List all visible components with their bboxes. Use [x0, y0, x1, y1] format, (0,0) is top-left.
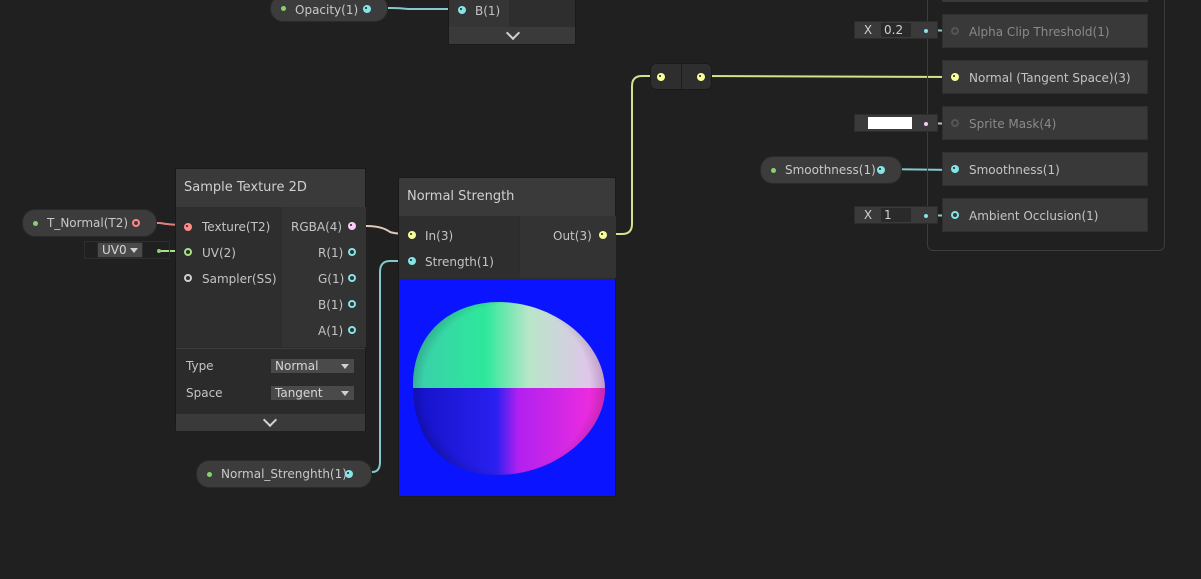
uv-channel-dropdown[interactable]: UV0 — [97, 242, 143, 258]
collapse-footer[interactable] — [176, 412, 365, 431]
normal-map-preview — [399, 280, 615, 496]
alpha-clip-port[interactable] — [951, 27, 959, 35]
normal-strength-node[interactable]: Normal Strength In(3) Strength(1) Out(3) — [398, 177, 616, 497]
reroute-input-port[interactable] — [657, 73, 665, 81]
a-output-port[interactable] — [348, 326, 356, 334]
b-input-port[interactable] — [458, 6, 466, 14]
type-value: Normal — [275, 359, 319, 373]
rgba-output-port[interactable] — [348, 222, 356, 230]
alpha-clip-field-dot-icon — [924, 29, 928, 33]
normal-input-port[interactable] — [951, 73, 959, 81]
color-swatch[interactable] — [868, 117, 912, 129]
alpha-clip-threshold-slot[interactable]: Alpha Clip Threshold(1) — [942, 14, 1148, 48]
b-output-port[interactable] — [348, 300, 356, 308]
master-top-slot — [942, 0, 1148, 2]
t-normal-property-node[interactable]: T_Normal(T2) — [22, 209, 157, 237]
reroute-node[interactable] — [650, 63, 712, 90]
axis-label: X — [863, 208, 873, 222]
chevron-down-icon — [505, 25, 521, 41]
uv-input-port[interactable] — [184, 248, 192, 256]
strength-input-port[interactable] — [408, 257, 416, 265]
smoothness-slot-label: Smoothness(1) — [969, 163, 1060, 177]
partial-combine-node[interactable]: B(1) — [448, 0, 576, 45]
normal-strength-property-node[interactable]: Normal_Strenghth(1) — [196, 460, 372, 488]
sampler-input-port[interactable] — [184, 274, 192, 282]
b-output-label: B(1) — [318, 298, 344, 312]
reroute-output-port[interactable] — [697, 73, 705, 81]
reroute-divider — [681, 64, 682, 89]
opacity-property-node[interactable]: Opacity(1) — [270, 0, 388, 22]
node-title: Normal Strength — [399, 178, 615, 216]
opacity-output-port[interactable] — [363, 5, 371, 13]
dropdown-arrow-icon — [130, 248, 138, 253]
b-input-label: B(1) — [475, 4, 501, 18]
type-dropdown[interactable]: Normal — [270, 358, 355, 374]
space-dropdown[interactable]: Tangent — [270, 385, 355, 401]
strength-input-label: Strength(1) — [425, 255, 494, 269]
in-input-label: In(3) — [425, 229, 454, 243]
property-dot-icon — [281, 6, 286, 11]
g-output-label: G(1) — [318, 272, 345, 286]
ambient-occlusion-label: Ambient Occlusion(1) — [969, 209, 1099, 223]
r-output-port[interactable] — [348, 248, 356, 256]
property-dot-icon — [771, 167, 776, 173]
out-output-label: Out(3) — [553, 229, 592, 243]
space-value: Tangent — [275, 386, 323, 400]
alpha-clip-label: Alpha Clip Threshold(1) — [969, 25, 1110, 39]
texture-input-label: Texture(T2) — [202, 220, 271, 234]
output-section — [520, 216, 616, 278]
sprite-mask-label: Sprite Mask(4) — [969, 117, 1057, 131]
r-output-label: R(1) — [318, 246, 344, 260]
partial-node-footer[interactable] — [449, 25, 575, 44]
normal-tangent-slot[interactable]: Normal (Tangent Space)(3) — [942, 60, 1148, 94]
uv-output-dot-icon — [157, 249, 161, 253]
out-output-port[interactable] — [599, 231, 607, 239]
smoothness-slot[interactable]: Smoothness(1) — [942, 152, 1148, 186]
property-dot-icon — [207, 471, 212, 477]
sample-texture-2d-node[interactable]: Sample Texture 2D Texture(T2) UV(2) Samp… — [175, 168, 366, 431]
sprite-mask-port[interactable] — [951, 119, 959, 127]
property-dot-icon — [33, 220, 38, 226]
t-normal-label: T_Normal(T2) — [47, 216, 129, 230]
smoothness-property-label: Smoothness(1) — [785, 163, 876, 177]
dropdown-arrow-icon — [341, 391, 349, 396]
smoothness-output-port[interactable] — [877, 166, 885, 174]
smoothness-input-port[interactable] — [951, 165, 959, 173]
smoothness-property-node[interactable]: Smoothness(1) — [760, 156, 902, 184]
dropdown-arrow-icon — [341, 364, 349, 369]
type-label: Type — [186, 359, 214, 373]
uv-channel-value: UV0 — [102, 243, 127, 257]
ambient-occlusion-value[interactable]: 1 — [881, 208, 911, 222]
texture-input-port[interactable] — [184, 223, 192, 231]
sampler-input-label: Sampler(SS) — [202, 272, 277, 286]
a-output-label: A(1) — [318, 324, 344, 338]
t-normal-output-port[interactable] — [132, 219, 140, 227]
ambient-occlusion-port[interactable] — [951, 211, 959, 219]
normal-strength-label: Normal_Strenghth(1) — [221, 467, 347, 481]
normal-slot-label: Normal (Tangent Space)(3) — [969, 71, 1131, 85]
alpha-clip-value[interactable]: 0.2 — [881, 23, 911, 37]
ao-field-dot-icon — [924, 214, 928, 218]
sprite-mask-field-dot-icon — [924, 122, 928, 126]
rgba-output-label: RGBA(4) — [291, 220, 343, 234]
node-title: Sample Texture 2D — [176, 169, 365, 207]
uv-input-label: UV(2) — [202, 246, 236, 260]
space-label: Space — [186, 386, 223, 400]
ambient-occlusion-slot[interactable]: Ambient Occlusion(1) — [942, 198, 1148, 232]
opacity-label: Opacity(1) — [295, 2, 359, 17]
axis-label: X — [863, 23, 873, 37]
normal-strength-output-port[interactable] — [345, 470, 353, 478]
sprite-mask-slot[interactable]: Sprite Mask(4) — [942, 106, 1148, 140]
in-input-port[interactable] — [408, 231, 416, 239]
g-output-port[interactable] — [348, 274, 356, 282]
chevron-down-icon — [262, 412, 278, 428]
